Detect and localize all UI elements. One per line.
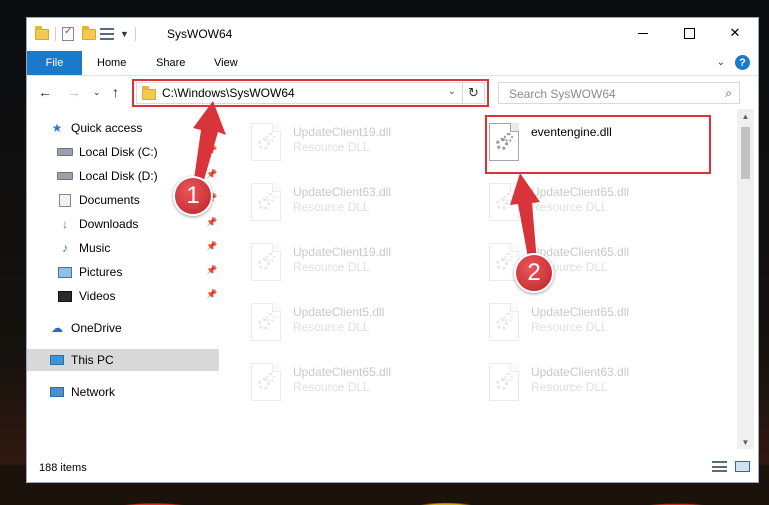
step-1-badge: 1 [173, 176, 213, 216]
annotation-arrows [193, 101, 540, 263]
step-2-badge: 2 [514, 253, 554, 293]
arrow-to-file [510, 173, 540, 263]
